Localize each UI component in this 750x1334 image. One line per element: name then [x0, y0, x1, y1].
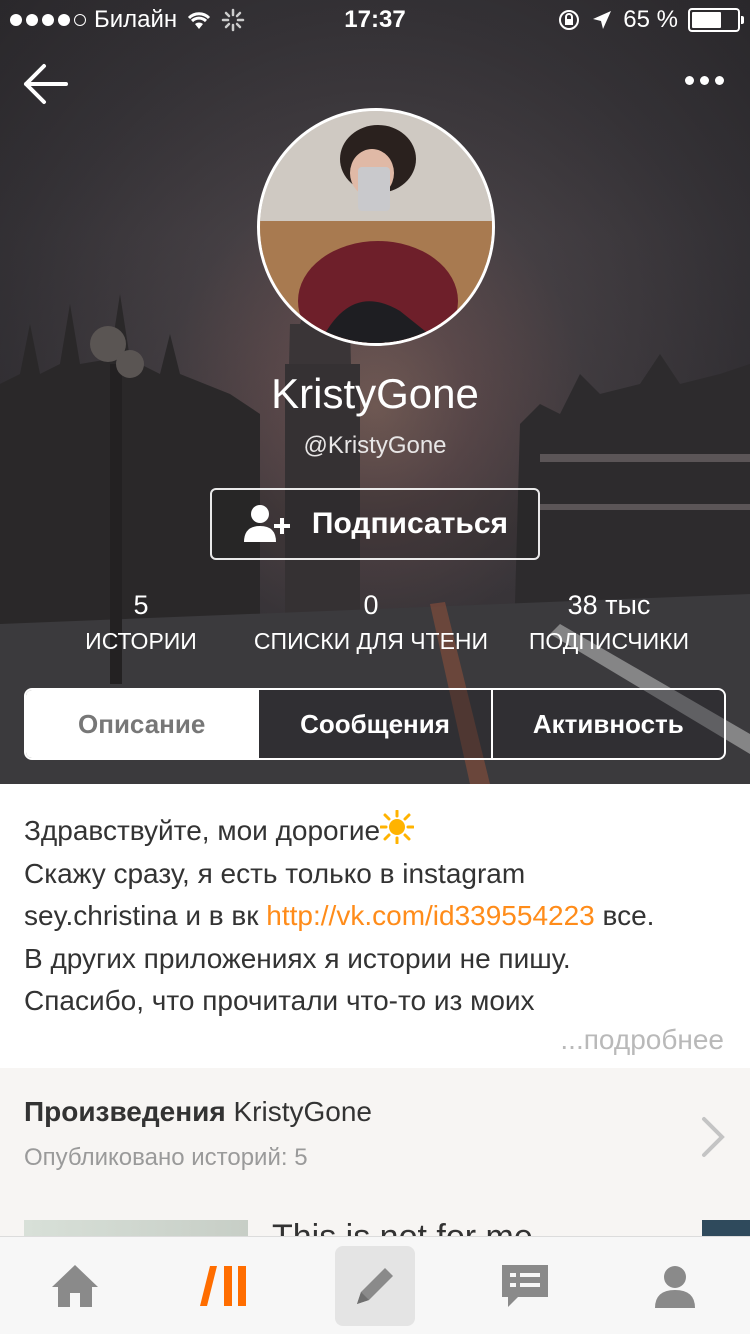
profile-header: Билайн 17:37 65 % KristyGone @KristyGone…	[0, 0, 750, 784]
description-line: Скажу сразу, я есть только в instagram	[24, 857, 526, 889]
follow-button-label: Подписаться	[311, 507, 509, 540]
stat-label: СПИСКИ ДЛЯ ЧТЕНИ	[253, 628, 489, 654]
home-icon	[52, 1265, 98, 1307]
description-line: Здравствуйте, мои дорогие	[24, 815, 381, 846]
stat-label: ПОДПИСЧИКИ	[528, 628, 690, 654]
works-title-name: KristyGone	[225, 1096, 372, 1127]
add-user-icon	[243, 505, 290, 542]
stat-value: 5	[133, 590, 149, 620]
vk-link[interactable]: http://vk.com/id339554223	[266, 900, 594, 931]
location-icon	[593, 11, 612, 29]
description-line: Спасибо, что прочитали что-то из моих	[24, 985, 535, 1016]
profile-tabs: Описание Сообщения Активность	[24, 688, 726, 760]
description-line: В других приложениях я истории не пишу.	[24, 942, 571, 974]
stat-stories[interactable]: 5 ИСТОРИИ	[16, 590, 266, 655]
back-arrow-icon[interactable]	[22, 62, 70, 106]
chevron-right-icon	[702, 1117, 725, 1157]
wattpad-logo-icon	[200, 1266, 246, 1306]
more-options-icon[interactable]	[685, 76, 724, 85]
tab-write[interactable]	[300, 1237, 450, 1334]
tab-messages[interactable]	[450, 1237, 600, 1334]
description-line: sey.christina и в вк	[24, 900, 267, 931]
tab-activity[interactable]: Активность	[490, 690, 724, 758]
messages-icon	[502, 1265, 548, 1307]
profile-name: KristyGone	[271, 370, 479, 417]
tab-library[interactable]	[150, 1237, 300, 1334]
works-title-bold: Произведения	[24, 1096, 226, 1127]
sun-emoji-icon	[380, 810, 415, 844]
description-text: Здравствуйте, мои дорогие Скажу сразу, я…	[24, 810, 734, 1023]
battery-percent: 65 %	[623, 6, 678, 33]
description-line: все.	[594, 900, 655, 931]
stat-followers[interactable]: 38 тыс ПОДПИСЧИКИ	[484, 590, 734, 655]
tab-messages[interactable]: Сообщения	[257, 690, 491, 758]
read-more-link[interactable]: ...подробнее	[560, 1024, 724, 1056]
battery-icon	[688, 8, 744, 32]
rotation-lock-icon	[559, 10, 580, 30]
follow-button[interactable]: Подписаться	[210, 488, 540, 560]
works-title: Произведения KristyGone	[24, 1096, 372, 1128]
status-bar: Билайн 17:37 65 %	[0, 0, 750, 40]
works-subtitle: Опубликовано историй: 5	[24, 1144, 308, 1171]
profile-stats: 5 ИСТОРИИ 0 СПИСКИ ДЛЯ ЧТЕНИ 38 тыс ПОДП…	[0, 590, 750, 660]
stat-label: ИСТОРИИ	[85, 628, 197, 654]
tab-description[interactable]: Описание	[26, 690, 258, 758]
profile-description: Здравствуйте, мои дорогие Скажу сразу, я…	[0, 784, 750, 1068]
profile-handle: @KristyGone	[303, 432, 447, 459]
works-section[interactable]: Произведения KristyGone Опубликовано ист…	[0, 1068, 750, 1260]
tab-home[interactable]	[0, 1237, 150, 1334]
profile-icon	[655, 1266, 695, 1308]
bottom-tab-bar	[0, 1236, 750, 1334]
avatar	[257, 108, 495, 346]
stat-value: 38 тыс	[567, 590, 651, 620]
stat-reading-lists[interactable]: 0 СПИСКИ ДЛЯ ЧТЕНИ	[250, 590, 492, 655]
write-icon	[357, 1268, 393, 1304]
stat-value: 0	[363, 590, 379, 620]
tab-profile[interactable]	[600, 1237, 750, 1334]
